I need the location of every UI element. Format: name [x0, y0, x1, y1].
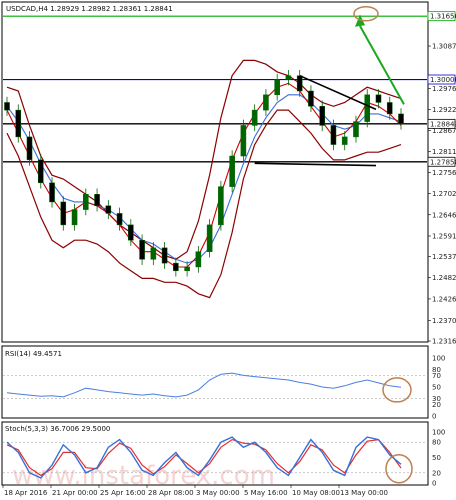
- candle-body: [319, 106, 325, 126]
- candle-body: [386, 102, 393, 115]
- stoch-tick-label: 80: [432, 439, 441, 447]
- candle-body: [398, 113, 404, 125]
- candle-body: [60, 201, 67, 226]
- level-label: 1.27850: [430, 158, 456, 166]
- rsi-tick-label: 20: [432, 401, 441, 409]
- candle-body: [263, 94, 269, 111]
- candle-body: [353, 121, 359, 138]
- rsi-tick-label: 70: [432, 372, 441, 380]
- candle-body: [296, 75, 303, 92]
- candle-body: [71, 209, 78, 226]
- price-tick-label: 1.29220: [432, 106, 456, 114]
- price-tick-label: 1.28115: [432, 148, 456, 156]
- candle-body: [375, 94, 382, 103]
- price-tick-label: 1.27565: [432, 169, 456, 177]
- candle-body: [37, 159, 44, 184]
- price-tick-label: 1.23705: [432, 317, 456, 325]
- candle-body: [4, 102, 10, 111]
- candle-body: [15, 109, 22, 138]
- chart-canvas: USDCAD,H4 1.28929 1.28982 1.28361 1.2884…: [1, 1, 456, 497]
- candle-body: [308, 90, 314, 107]
- rsi-panel: [1, 345, 429, 419]
- candle-body: [128, 224, 134, 241]
- candle-body: [285, 75, 292, 80]
- stoch-tick-label: 0: [432, 480, 436, 488]
- candle-body: [105, 205, 112, 214]
- candle-body: [251, 109, 258, 126]
- candle-body: [139, 239, 145, 260]
- candle-body: [83, 194, 89, 210]
- candle-body: [274, 79, 280, 96]
- price-tick-label: 1.27020: [432, 190, 456, 198]
- main-price-panel: [1, 1, 429, 343]
- price-tick-label: 1.24265: [432, 295, 456, 303]
- price-tick-label: 1.23165: [432, 338, 456, 346]
- stoch-tick-label: 20: [432, 469, 441, 477]
- time-tick-label: 18 Apr 2016: [4, 489, 48, 497]
- candle-body: [94, 194, 100, 207]
- level-label: 1.30000: [430, 76, 456, 84]
- price-tick-label: 1.25910: [432, 232, 456, 240]
- price-tick-label: 1.25370: [432, 253, 456, 261]
- candle-body: [240, 125, 247, 157]
- candle-body: [229, 155, 235, 187]
- candle-body: [150, 247, 157, 260]
- candle-body: [218, 186, 224, 226]
- price-tick-label: 1.26465: [432, 211, 456, 219]
- stoch-title: Stoch(5,3,3) 36.7006 29.5000: [5, 425, 110, 433]
- candle-body: [195, 251, 202, 268]
- time-tick-label: 21 Apr 00:00: [52, 489, 98, 497]
- price-tick-label: 1.29765: [432, 85, 456, 93]
- rsi-tick-label: 0: [432, 413, 436, 421]
- rsi-title: RSI(14) 49.4571: [5, 350, 62, 358]
- stoch-tick-label: 100: [432, 429, 445, 437]
- candle-body: [161, 247, 168, 264]
- candle-body: [341, 136, 348, 145]
- candle-body: [173, 262, 179, 272]
- main-chart-title: USDCAD,H4 1.28929 1.28982 1.28361 1.2884…: [6, 5, 173, 13]
- time-tick-label: 10 May 08:00: [292, 489, 340, 497]
- level-label: 1.31656: [430, 13, 456, 21]
- time-tick-label: 5 May 16:00: [244, 489, 288, 497]
- time-tick-label: 28 Apr 08:00: [148, 489, 194, 497]
- candle-body: [206, 224, 213, 252]
- candle-body: [184, 266, 190, 272]
- chart-root: USDCAD,H4 1.28929 1.28982 1.28361 1.2884…: [0, 0, 456, 500]
- candle-body: [330, 125, 337, 145]
- stoch-tick-label: 50: [432, 454, 441, 462]
- price-tick-label: 1.24820: [432, 274, 456, 282]
- level-label: 1.28841: [430, 120, 456, 128]
- candle-body: [26, 136, 33, 161]
- candle-body: [49, 182, 55, 203]
- time-tick-label: 25 Apr 16:00: [100, 489, 146, 497]
- rsi-tick-label: 100: [432, 355, 445, 363]
- time-tick-label: 13 May 00:00: [340, 489, 388, 497]
- rsi-tick-label: 50: [432, 384, 441, 392]
- candle-body: [116, 213, 123, 226]
- time-tick-label: 3 May 00:00: [196, 489, 240, 497]
- price-tick-label: 1.30875: [432, 43, 456, 51]
- candle-body: [364, 94, 371, 122]
